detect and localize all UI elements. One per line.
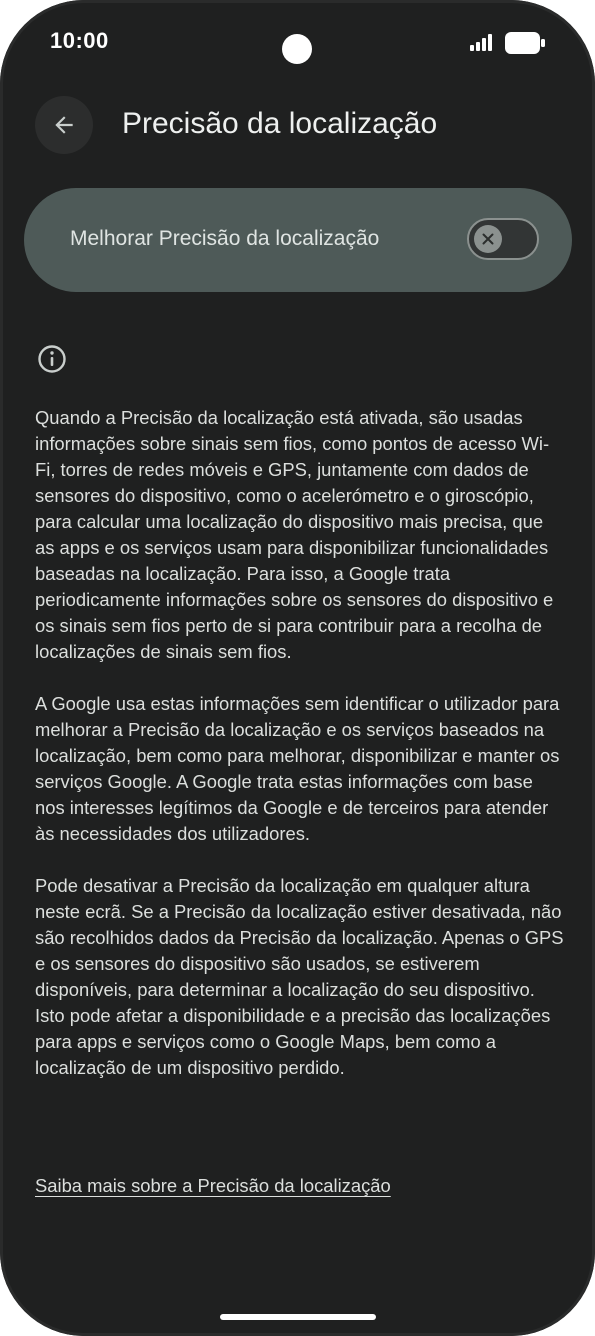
- description-text: Quando a Precisão da localização está at…: [35, 405, 565, 1081]
- main-toggle-card[interactable]: Melhorar Precisão da localização: [24, 188, 572, 292]
- top-app-bar: Precisão da localização: [0, 95, 595, 155]
- battery-icon: [505, 32, 545, 54]
- status-bar: 10:00: [0, 0, 595, 90]
- camera-cutout: [282, 34, 312, 64]
- toggle-label: Melhorar Precisão da localização: [70, 227, 380, 250]
- info-icon: [38, 345, 66, 373]
- paragraph-1: Quando a Precisão da localização está at…: [35, 407, 554, 662]
- page-title: Precisão da localização: [122, 107, 438, 140]
- location-accuracy-switch[interactable]: [467, 218, 539, 260]
- learn-more-link[interactable]: Saiba mais sobre a Precisão da localizaç…: [35, 1175, 391, 1197]
- paragraph-2: A Google usa estas informações sem ident…: [35, 693, 560, 844]
- status-time: 10:00: [50, 28, 109, 53]
- paragraph-3: Pode desativar a Precisão da localização…: [35, 875, 564, 1078]
- home-indicator[interactable]: [220, 1314, 376, 1320]
- close-icon: [482, 233, 494, 245]
- phone-screen: 10:00 Precisão da localização Melhorar P…: [0, 0, 595, 1336]
- signal-icon: [470, 34, 492, 51]
- back-button[interactable]: [35, 96, 93, 154]
- switch-thumb: [474, 225, 502, 253]
- arrow-left-icon: [55, 116, 73, 134]
